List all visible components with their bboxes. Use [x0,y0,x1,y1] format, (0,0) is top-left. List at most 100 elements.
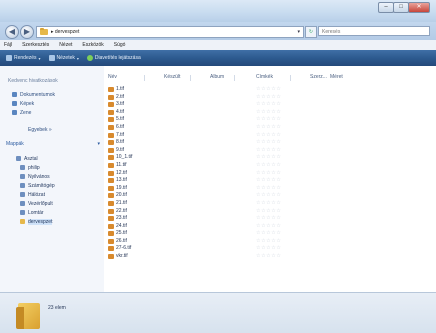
tree-item-control-panel[interactable]: Vezérlőpult [20,199,55,208]
file-row[interactable]: 12.tif ☆☆☆☆☆ [104,170,404,178]
slideshow-button[interactable]: Diavetítés lejátszása [86,55,141,61]
rating-stars[interactable]: ☆☆☆☆☆ [256,238,281,245]
rating-stars[interactable]: ☆☆☆☆☆ [256,192,281,199]
file-row[interactable]: 11.tif ☆☆☆☆☆ [104,162,404,170]
favorite-pictures[interactable]: Képek [12,99,55,108]
file-row[interactable]: 21.tif ☆☆☆☆☆ [104,200,404,208]
rating-stars[interactable]: ☆☆☆☆☆ [256,139,281,146]
column-name[interactable]: Név [108,74,117,80]
views-button[interactable]: Nézetek ▾ [48,55,79,61]
maximize-button[interactable]: □ [393,2,409,13]
rating-stars[interactable]: ☆☆☆☆☆ [256,200,281,207]
column-tags[interactable]: Címkék [256,74,273,80]
file-name: 24.tif [116,222,127,229]
image-file-icon [108,254,114,260]
favorites-list: Dokumentumok Képek Zene [12,90,55,117]
tree-item-desktop[interactable]: Asztal [16,154,55,163]
file-row[interactable]: 5.tif ☆☆☆☆☆ [104,116,404,124]
rating-stars[interactable]: ☆☆☆☆☆ [256,170,281,177]
favorite-documents[interactable]: Dokumentumok [12,90,55,99]
column-album[interactable]: Album [210,74,224,80]
file-row[interactable]: 6.tif ☆☆☆☆☆ [104,124,404,132]
image-file-icon [108,193,114,199]
image-file-icon [108,94,114,100]
close-button[interactable]: ✕ [408,2,430,13]
rating-stars[interactable]: ☆☆☆☆☆ [256,230,281,237]
image-file-icon [108,170,114,176]
rating-stars[interactable]: ☆☆☆☆☆ [256,208,281,215]
file-row[interactable]: 4.tif ☆☆☆☆☆ [104,109,404,117]
file-row[interactable]: 20.tif ☆☆☆☆☆ [104,192,404,200]
file-row[interactable]: 2.tif ☆☆☆☆☆ [104,94,404,102]
tree-item-network[interactable]: Hálózat [20,190,55,199]
menu-tools[interactable]: Eszközök [82,42,103,48]
file-row[interactable]: 19.tif ☆☆☆☆☆ [104,185,404,193]
file-row[interactable]: 1.tif ☆☆☆☆☆ [104,86,404,94]
rating-stars[interactable]: ☆☆☆☆☆ [256,94,281,101]
file-row[interactable]: 23.tif ☆☆☆☆☆ [104,215,404,223]
tree-item-computer[interactable]: Számítógép [20,181,55,190]
file-row[interactable]: 27-6.tif ☆☆☆☆☆ [104,245,404,253]
file-row[interactable]: 13.tif ☆☆☆☆☆ [104,177,404,185]
refresh-button[interactable]: ↻ [305,26,317,38]
column-divider[interactable] [144,75,145,81]
file-row[interactable]: vkr.tif ☆☆☆☆☆ [104,253,404,261]
file-row[interactable]: 10_1.tif ☆☆☆☆☆ [104,154,404,162]
rating-stars[interactable]: ☆☆☆☆☆ [256,116,281,123]
chevron-down-icon[interactable]: ▾ [297,27,300,37]
rating-stars[interactable]: ☆☆☆☆☆ [256,223,281,230]
menu-file[interactable]: Fájl [4,42,12,48]
menu-view[interactable]: Nézet [59,42,72,48]
rating-stars[interactable]: ☆☆☆☆☆ [256,245,281,252]
file-row[interactable]: 7.tif ☆☆☆☆☆ [104,132,404,140]
column-divider[interactable] [190,75,191,81]
file-row[interactable]: 8.tif ☆☆☆☆☆ [104,139,404,147]
file-row[interactable]: 25.tif ☆☆☆☆☆ [104,230,404,238]
favorite-music[interactable]: Zene [12,108,55,117]
column-divider[interactable] [290,75,291,81]
back-button[interactable]: ◀ [5,25,19,39]
folders-header[interactable]: Mappák ▾ [6,141,100,147]
column-divider[interactable] [234,75,235,81]
rating-stars[interactable]: ☆☆☆☆☆ [256,162,281,169]
rating-stars[interactable]: ☆☆☆☆☆ [256,215,281,222]
file-row[interactable]: 9.tif ☆☆☆☆☆ [104,147,404,155]
rating-stars[interactable]: ☆☆☆☆☆ [256,124,281,131]
rating-stars[interactable]: ☆☆☆☆☆ [256,253,281,260]
column-size[interactable]: Méret [330,74,343,80]
file-row[interactable]: 26.tif ☆☆☆☆☆ [104,238,404,246]
tree-label: Vezérlőpult [28,200,53,207]
rating-stars[interactable]: ☆☆☆☆☆ [256,109,281,116]
tree-item-current-folder[interactable]: dervespzet [20,217,55,226]
rating-stars[interactable]: ☆☆☆☆☆ [256,185,281,192]
organize-button[interactable]: Rendezés ▾ [6,55,41,61]
slideshow-label: Diavetítés lejátszása [94,55,141,61]
image-file-icon [108,200,114,206]
image-file-icon [108,216,114,222]
search-input[interactable]: Keresés [318,26,430,36]
rating-stars[interactable]: ☆☆☆☆☆ [256,132,281,139]
tree-item-user[interactable]: philip [20,163,55,172]
rating-stars[interactable]: ☆☆☆☆☆ [256,147,281,154]
file-row[interactable]: 3.tif ☆☆☆☆☆ [104,101,404,109]
column-date-taken[interactable]: Készült [164,74,180,80]
rating-stars[interactable]: ☆☆☆☆☆ [256,154,281,161]
forward-button[interactable]: ▶ [20,25,34,39]
column-author[interactable]: Szerz... [310,74,327,80]
minimize-button[interactable]: – [378,2,394,13]
address-bar[interactable]: ▸ dervespzet ▾ [36,26,304,38]
rating-stars[interactable]: ☆☆☆☆☆ [256,86,281,93]
tree-item-public[interactable]: Nyilvános [20,172,55,181]
more-link[interactable]: Egyebek » [28,127,52,133]
menu-help[interactable]: Súgó [114,42,126,48]
rating-stars[interactable]: ☆☆☆☆☆ [256,177,281,184]
file-name: 21.tif [116,199,127,206]
rating-stars[interactable]: ☆☆☆☆☆ [256,101,281,108]
tree-label: Nyilvános [28,173,50,180]
file-row[interactable]: 24.tif ☆☆☆☆☆ [104,223,404,231]
file-name: 5.tif [116,116,125,123]
menu-edit[interactable]: Szerkesztés [22,42,49,48]
image-file-icon [108,140,114,146]
file-row[interactable]: 22.tif ☆☆☆☆☆ [104,208,404,216]
tree-item-recycle-bin[interactable]: Lomtár [20,208,55,217]
